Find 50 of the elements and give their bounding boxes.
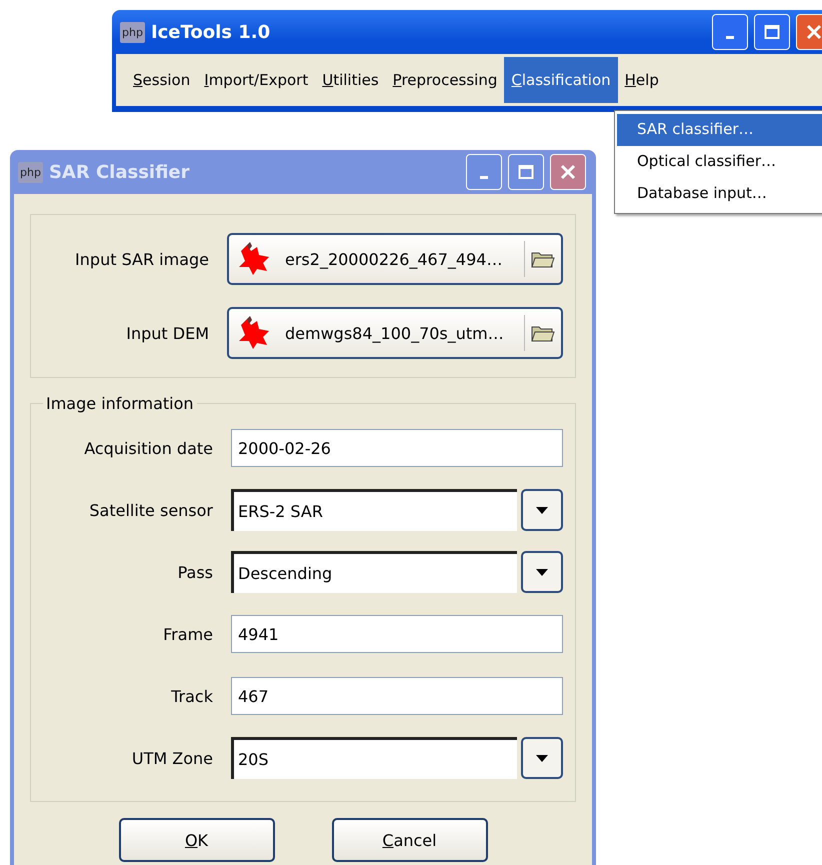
text-field[interactable]: 2000-02-26 [231, 429, 563, 467]
caret-icon [536, 506, 548, 514]
maximize-icon [764, 24, 780, 40]
maximize-button[interactable] [508, 154, 544, 190]
field-label: Pass [176, 562, 213, 582]
minimize-button[interactable] [466, 154, 502, 190]
app-icon: php [18, 162, 43, 182]
menu-item[interactable]: Database input… [617, 178, 822, 210]
maximize-icon [518, 164, 534, 180]
dropdown-button[interactable] [521, 489, 563, 531]
file-picker[interactable]: demwgs84_100_70s_utm… [227, 307, 563, 359]
close-button[interactable] [796, 14, 822, 50]
window-title: IceTools 1.0 [150, 22, 272, 42]
menu-item[interactable]: Classification [504, 57, 618, 103]
minimize-icon [480, 176, 488, 178]
menu-item[interactable]: Optical classifier… [617, 146, 822, 178]
menu-item[interactable]: Help [618, 57, 666, 103]
field-label: Input DEM [125, 324, 209, 342]
close-icon [560, 164, 576, 180]
caret-icon [536, 754, 548, 762]
minimize-icon [726, 36, 734, 38]
field-label: Satellite sensor [88, 500, 213, 520]
dialog-button[interactable]: OK [118, 818, 274, 862]
maximize-button[interactable] [754, 14, 790, 50]
menu-item[interactable]: Import/Export [197, 57, 316, 103]
close-button[interactable] [550, 154, 586, 190]
app-icon: php [120, 22, 145, 42]
file-picker[interactable]: ers2_20000226_467_494… [227, 233, 563, 285]
dialog-button[interactable]: Cancel [332, 818, 488, 862]
combo-field[interactable]: Descending [231, 551, 517, 593]
combo-field[interactable]: 20S [231, 737, 517, 779]
group-title: Image information [45, 394, 195, 413]
field-label: UTM Zone [130, 748, 213, 768]
menu-item[interactable]: Preprocessing [386, 57, 504, 103]
field-label: Track [170, 686, 213, 706]
text-field[interactable]: 4941 [231, 615, 563, 653]
field-label: Acquisition date [83, 438, 213, 458]
caret-icon [536, 568, 548, 576]
menu-item[interactable]: Session [126, 57, 198, 103]
window-title: SAR Classifier [48, 162, 191, 182]
combo-field[interactable]: ERS-2 SAR [231, 489, 517, 531]
dropdown-button[interactable] [521, 551, 563, 593]
menu-item[interactable]: SAR classifier… [617, 114, 822, 146]
field-label: Frame [162, 624, 213, 644]
minimize-button[interactable] [712, 14, 748, 50]
dropdown-button[interactable] [521, 737, 563, 779]
field-label: Input SAR image [74, 250, 209, 268]
close-icon [806, 24, 822, 40]
menu-item[interactable]: Utilities [315, 57, 386, 103]
text-field[interactable]: 467 [231, 677, 563, 715]
